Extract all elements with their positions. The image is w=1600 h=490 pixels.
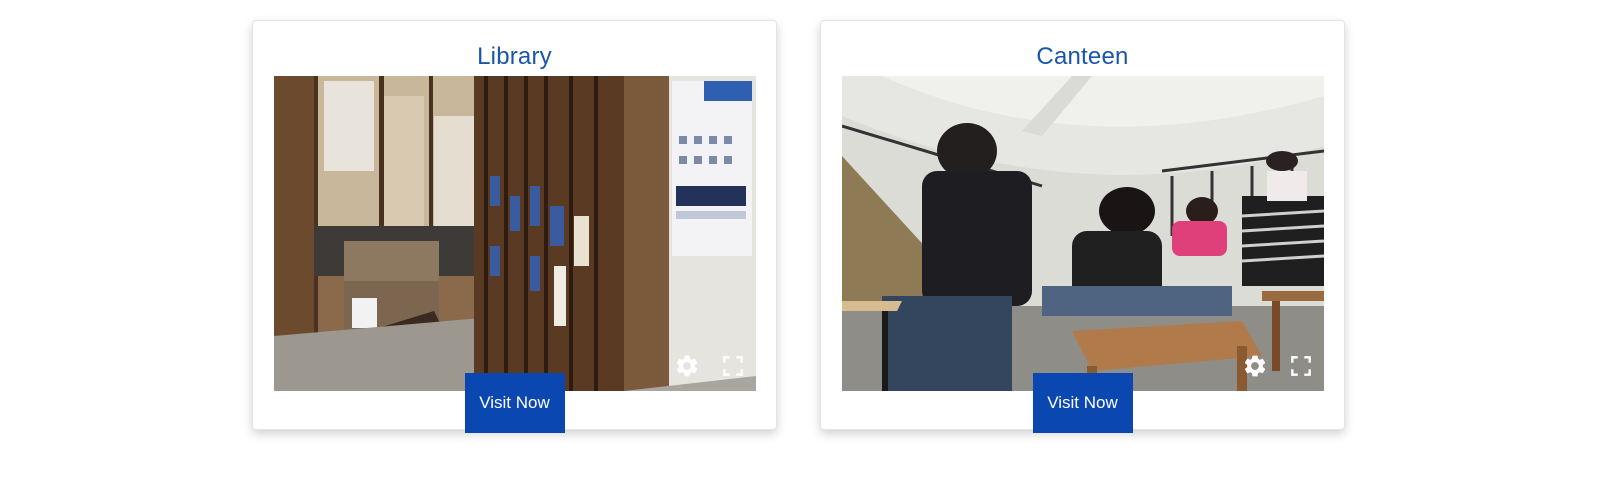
card-title-canteen: Canteen	[1036, 43, 1129, 70]
fullscreen-icon[interactable]	[720, 353, 746, 379]
library-photo	[274, 76, 756, 391]
canteen-card: Canteen Visit Now	[820, 20, 1345, 433]
gear-icon[interactable]	[674, 353, 700, 379]
canteen-photo	[842, 76, 1324, 391]
library-card: Library Visit Now	[252, 20, 777, 433]
library-panorama-viewer[interactable]	[274, 76, 756, 391]
fullscreen-icon[interactable]	[1288, 353, 1314, 379]
visit-now-button-library[interactable]: Visit Now	[464, 373, 565, 433]
gear-icon[interactable]	[1242, 353, 1268, 379]
canteen-panorama-viewer[interactable]	[842, 76, 1324, 391]
card-title-library: Library	[477, 43, 552, 70]
visit-now-button-canteen[interactable]: Visit Now	[1032, 373, 1133, 433]
